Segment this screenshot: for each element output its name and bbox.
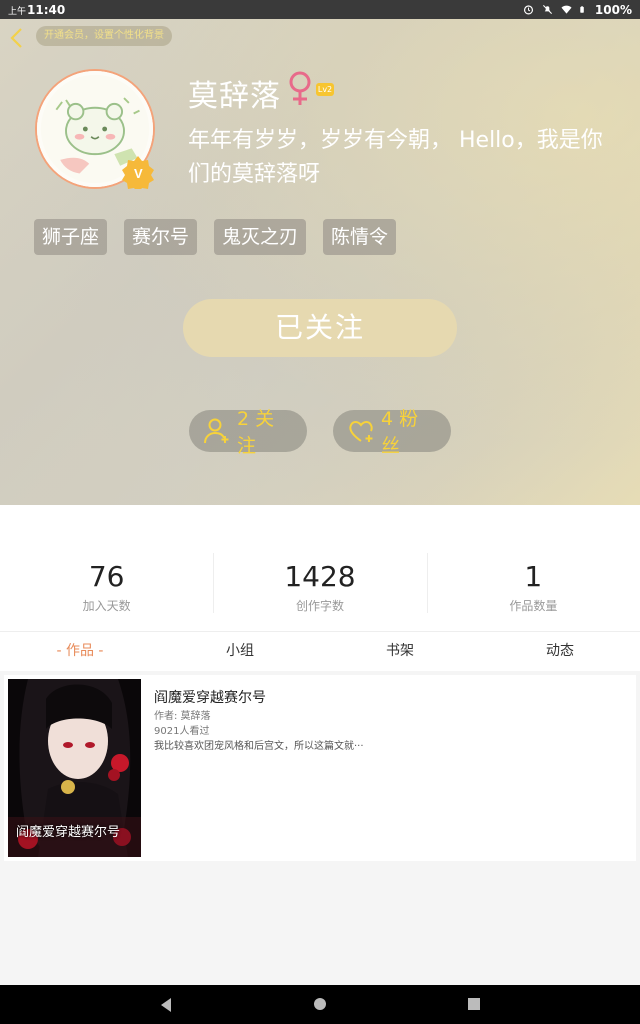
stat-word-count: 1428 创作字数 xyxy=(213,505,426,631)
tab-bookshelf[interactable]: 书架 xyxy=(320,632,480,671)
fans-label: 4 粉丝 xyxy=(380,408,419,457)
stats-bar: 76 加入天数 1428 创作字数 1 作品数量 xyxy=(0,505,640,631)
nav-recents-icon[interactable] xyxy=(467,997,481,1011)
works-list: 阎魔爱穿越赛尔号 阎魔爱穿越赛尔号 作者: 莫辞落 9021人看过 我比较喜欢团… xyxy=(0,671,640,985)
work-card[interactable]: 阎魔爱穿越赛尔号 阎魔爱穿越赛尔号 作者: 莫辞落 9021人看过 我比较喜欢团… xyxy=(4,675,636,861)
work-title[interactable]: 阎魔爱穿越赛尔号 xyxy=(154,687,266,707)
stat-works-count: 1 作品数量 xyxy=(426,505,640,631)
follow-button[interactable]: 已关注 xyxy=(183,299,457,357)
alarm-icon xyxy=(523,5,533,15)
following-label: 2 关注 xyxy=(236,408,275,457)
tag-item[interactable]: 狮子座 xyxy=(34,219,108,255)
vip-badge-icon: V xyxy=(122,156,154,189)
tag-item[interactable]: 赛尔号 xyxy=(124,219,198,255)
stat-value: 1428 xyxy=(284,560,356,593)
mute-icon xyxy=(542,4,552,15)
tag-list: 狮子座 赛尔号 鬼灭之刃 陈情令 xyxy=(34,219,397,255)
stat-label: 加入天数 xyxy=(82,599,131,613)
work-views: 9021人看过 xyxy=(154,726,210,737)
stat-label: 创作字数 xyxy=(295,599,344,613)
level-badge: Lv2 xyxy=(316,83,334,96)
stat-value: 76 xyxy=(88,560,125,593)
tab-activity[interactable]: 动态 xyxy=(480,632,640,671)
female-gender-icon xyxy=(289,71,311,105)
vip-background-prompt[interactable]: 开通会员，设置个性化背景 xyxy=(36,26,172,46)
svg-text:V: V xyxy=(134,166,143,181)
heart-plus-icon xyxy=(349,421,373,442)
back-arrow-icon[interactable] xyxy=(8,27,26,49)
fans-button[interactable]: 4 粉丝 xyxy=(333,408,451,457)
tab-works[interactable]: - 作品 - xyxy=(0,632,160,671)
cover-title-text: 阎魔爱穿越赛尔号 xyxy=(16,825,121,840)
battery-icon xyxy=(580,6,584,13)
status-time: 上午11:40 xyxy=(8,2,66,17)
tag-item[interactable]: 鬼灭之刃 xyxy=(214,219,307,255)
profile-tabs: - 作品 - 小组 书架 动态 xyxy=(0,631,640,671)
system-nav-bar xyxy=(0,985,640,1024)
tab-groups[interactable]: 小组 xyxy=(160,632,320,671)
work-description: 我比较喜欢团宠风格和后宫文，所以这篇文就··· xyxy=(154,741,364,752)
nav-back-icon[interactable] xyxy=(158,997,174,1013)
work-author: 作者: 莫辞落 xyxy=(154,711,211,722)
following-button[interactable]: 2 关注 xyxy=(189,408,307,457)
nav-home-icon[interactable] xyxy=(313,997,327,1011)
stat-value: 1 xyxy=(524,560,543,593)
status-icons: 100% xyxy=(523,3,632,17)
profile-signature: 年年有岁岁，岁岁有今朝， Hello，我是你们的莫辞落呀 xyxy=(188,128,603,187)
stat-label: 作品数量 xyxy=(509,599,558,613)
tag-item[interactable]: 陈情令 xyxy=(323,219,397,255)
profile-header: 开通会员，设置个性化背景 V 莫辞落 Lv2 年年有岁岁，岁岁有今朝， Hell… xyxy=(0,19,640,505)
status-bar: 上午11:40 100% xyxy=(0,0,640,19)
work-cover-image: 阎魔爱穿越赛尔号 xyxy=(8,679,141,857)
wifi-icon xyxy=(561,5,572,14)
battery-percent: 100% xyxy=(594,2,632,17)
add-user-icon xyxy=(203,418,229,444)
nickname: 莫辞落 xyxy=(188,79,281,114)
stat-days-joined: 76 加入天数 xyxy=(0,505,213,631)
